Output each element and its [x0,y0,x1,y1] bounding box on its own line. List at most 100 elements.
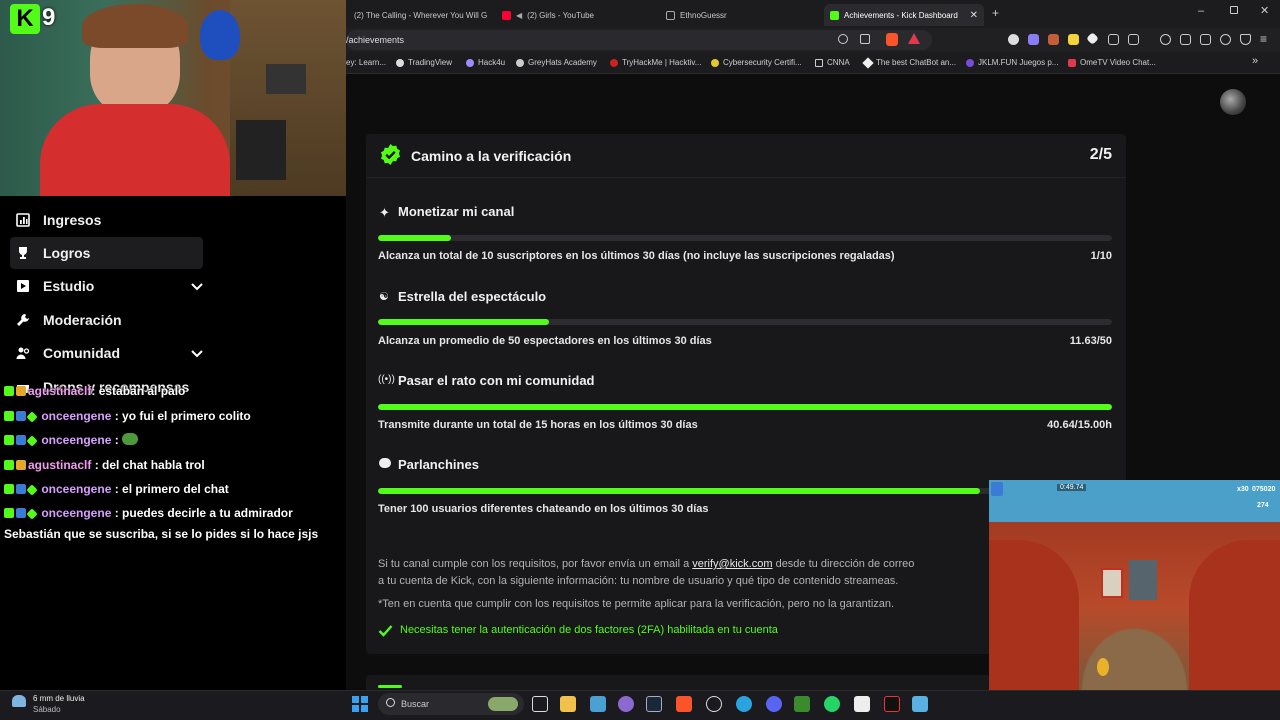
obsidian-icon[interactable] [618,696,634,712]
chat-username[interactable]: agustinaclf [28,458,91,472]
sidebar-toggle-icon[interactable] [1180,34,1191,45]
certificate-icon [711,58,719,67]
bookmark-3-label: Hack4u [478,58,506,67]
bookmark-10[interactable]: OmeTV Video Chat... [1068,58,1156,67]
kick-icon [830,10,839,20]
bookmark-2-label: TradingView [408,58,453,67]
crown-badge-icon [16,386,26,396]
sidebar-item-ingresos[interactable]: Ingresos [10,204,203,236]
steam-icon[interactable] [646,696,662,712]
extension-3-icon[interactable] [1048,34,1059,45]
sidebar-item-label: Comunidad [43,345,120,361]
browser-tab-2[interactable]: ◀ (2) Girls - YouTube [502,4,642,26]
emote-icon [122,433,139,445]
search-placeholder: Buscar [401,699,430,709]
sparkle-badge-icon [26,435,38,447]
notepad-icon[interactable] [912,696,928,712]
windows-taskbar [0,690,1280,720]
streamer-hair [82,4,188,48]
kick-badge-icon [4,460,14,470]
close-tab-icon[interactable]: ✕ [970,10,978,21]
greyhats-icon [516,58,524,67]
sidebar-item-estudio[interactable]: Estudio [10,270,210,302]
bookmark-1[interactable]: ey: Learn... [346,58,386,67]
vpn-shield-icon[interactable] [1240,34,1251,45]
chat-username[interactable]: onceengene [41,506,111,520]
extensions-puzzle-icon[interactable] [1108,34,1119,45]
achievement-3-value: 40.64/15.00h [1047,419,1112,431]
chat-username[interactable]: onceengene [41,482,111,496]
extension-4-icon[interactable] [1068,34,1079,45]
jklm-icon [966,58,974,67]
chevron-down-icon[interactable] [190,279,204,293]
bookmarks-overflow-button[interactable]: » [1252,55,1258,67]
brave-shield-icon[interactable] [886,33,898,46]
chat-username[interactable]: onceengene [41,433,111,447]
weather-main[interactable]: 6 mm de lluvia [33,694,85,703]
chat-message-1: agustinaclf: estaban al palo [4,384,185,398]
youtube-icon [502,10,511,20]
brave-icon[interactable] [676,696,692,712]
minimize-icon[interactable]: – [1198,5,1204,17]
browser-tab-3[interactable]: EthnoGuessr [666,4,806,26]
verify-email-link[interactable]: verify@kick.com [692,558,772,570]
wallet-icon[interactable] [1200,34,1211,45]
task-view-icon[interactable] [532,696,548,712]
user-avatar[interactable] [1220,89,1246,115]
browser-tab-1[interactable]: (2) The Calling - Wherever You Will G [354,4,490,26]
share-icon[interactable] [860,34,870,44]
verified-badge-icon [380,143,401,166]
sidebar-item-comunidad[interactable]: Comunidad [10,337,210,369]
chevron-down-icon[interactable] [190,346,204,360]
vscode-icon[interactable] [590,696,606,712]
windows-start-icon[interactable] [352,696,368,712]
extension-1-icon[interactable] [1008,34,1019,45]
bookmark-7[interactable]: CNNA [815,58,850,67]
verification-progress: 2/5 [1089,146,1112,163]
bookmark-3[interactable]: Hack4u [466,58,505,67]
app-icon[interactable] [854,696,870,712]
chat-username[interactable]: agustinaclf [28,384,91,398]
bookmark-2[interactable]: TradingView [396,58,452,67]
chat-message-5: onceengene : el primero del chat [4,482,229,496]
maximize-icon[interactable] [1230,6,1238,14]
sidebar-item-logros[interactable]: Logros [10,237,203,269]
taskbar-search[interactable]: Buscar [378,693,524,715]
telegram-icon[interactable] [736,696,752,712]
channel-number: 9 [42,4,56,31]
zoom-icon[interactable] [838,34,848,44]
bookmark-5[interactable]: TryHackMe | Hacktiv... [610,58,701,67]
ometv-icon [1068,58,1076,67]
sidebar-item-label: Moderación [43,312,122,328]
close-window-icon[interactable]: ✕ [1260,4,1269,17]
trophy-icon [19,247,27,259]
people-icon [16,347,30,359]
achievement-4-progress-fill [378,488,980,494]
leo-ai-icon[interactable] [1220,34,1231,45]
discord-icon[interactable] [766,696,782,712]
tiktok-icon[interactable] [884,696,900,712]
extension-7-icon[interactable] [1128,34,1139,45]
extension-2-icon[interactable] [1028,34,1039,45]
achievement-1-progress-fill [378,235,452,241]
new-tab-button[interactable]: + [992,6,999,20]
wrench-icon [17,314,29,326]
file-explorer-icon[interactable] [560,696,576,712]
bookmark-9[interactable]: JKLM.FUN Juegos p... [966,58,1058,67]
bookmark-8[interactable]: The best ChatBot an... [862,56,957,69]
whatsapp-icon[interactable] [824,696,840,712]
github-icon[interactable] [706,696,722,712]
bookmark-6[interactable]: Cybersecurity Certifi... [711,58,802,67]
browser-tab-4[interactable]: Achievements - Kick Dashboard ✕ [824,4,984,26]
sidebar-item-moderacion[interactable]: Moderación [10,304,203,336]
chat-username[interactable]: onceengene [41,409,111,423]
bookmark-8-label: The best ChatBot an... [876,58,957,67]
bookmark-4[interactable]: GreyHats Academy [516,58,597,67]
chat-text: : el primero del chat [114,482,229,496]
pause-icon[interactable] [991,482,1003,496]
menu-icon[interactable]: ≡ [1260,32,1267,46]
brave-rewards-icon[interactable] [908,33,920,44]
users-icon: ☯ [379,291,389,303]
minecraft-icon[interactable] [794,696,810,712]
music-icon[interactable] [1160,34,1171,45]
